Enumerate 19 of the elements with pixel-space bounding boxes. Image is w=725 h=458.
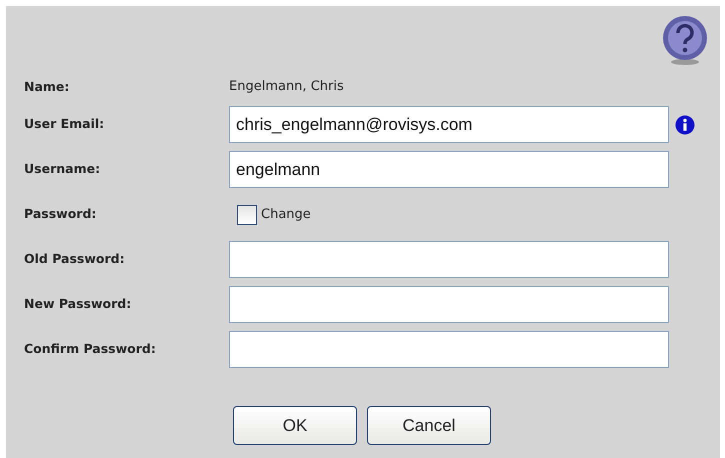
field-label: Confirm Password: (24, 340, 157, 358)
field-label: User Email: (24, 115, 106, 134)
checkbox-label: Change (261, 206, 311, 224)
field-label: Old Password: (24, 250, 126, 268)
dialog-button[interactable]: Cancel (367, 406, 491, 445)
field-label: New Password: (24, 295, 132, 314)
help-icon[interactable] (662, 15, 708, 65)
input-field[interactable] (229, 241, 669, 278)
input-field[interactable] (229, 331, 669, 368)
dialog-button[interactable]: OK (233, 406, 357, 445)
input-field[interactable] (229, 286, 669, 323)
field-label: Name: (24, 78, 70, 96)
name-value: Engelmann, Chris (229, 78, 344, 96)
input-field[interactable]: engelmann (229, 151, 669, 188)
checkbox[interactable] (237, 204, 257, 224)
input-field[interactable]: chris_engelmann@rovisys.com (229, 106, 669, 143)
field-label: Password: (24, 205, 98, 224)
field-label: Username: (24, 160, 102, 178)
info-icon[interactable] (675, 114, 695, 134)
